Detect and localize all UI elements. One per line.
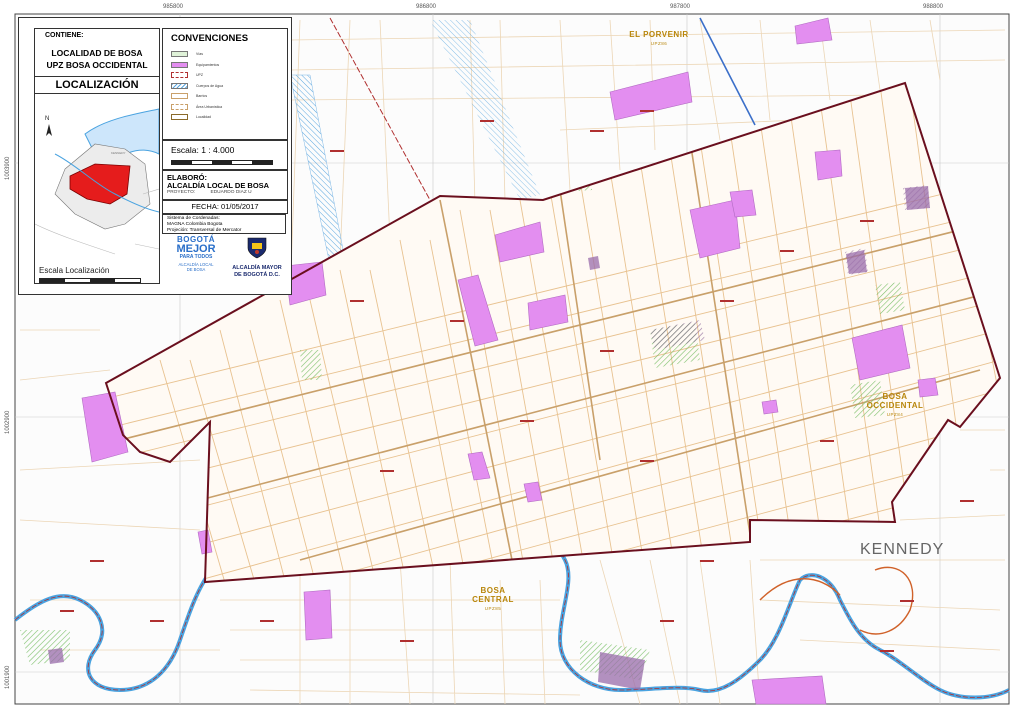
- legend-swatch-area: [171, 103, 188, 110]
- easting-label-2: 986800: [416, 4, 437, 10]
- legend-item-vias: Vías: [171, 49, 281, 60]
- locator-map: N KENNEDY: [35, 108, 159, 255]
- north-arrow-label: N: [45, 116, 49, 122]
- easting-label-4: 988800: [923, 4, 944, 10]
- escala-localizacion-label: Escala Localización: [39, 266, 110, 275]
- legend-item-localidad: Localidad: [171, 112, 281, 123]
- legend-swatch-equipamientos: [171, 61, 188, 68]
- legend-box: CONVENCIONES Vías Equipamientos UPZ Cuer…: [162, 28, 288, 140]
- legend-title: CONVENCIONES: [171, 33, 249, 44]
- legend-item-equipamientos: Equipamientos: [171, 60, 281, 71]
- legend-swatch-upz: [171, 72, 188, 79]
- coat-of-arms-icon: [247, 237, 267, 259]
- legend-swatch-barrios: [171, 93, 188, 100]
- bogota-logo: BOGOTÁ MEJOR PARA TODOS ALCALDÍA LOCAL D…: [176, 235, 216, 272]
- legend-swatch-vias: [171, 51, 188, 58]
- northing-label-3: 1001900: [5, 665, 11, 689]
- legend-swatch-agua: [171, 82, 188, 89]
- easting-label-3: 987800: [670, 4, 691, 10]
- alcaldia-logo: ALCALDÍA MAYOR DE BOGOTÁ D.C.: [227, 236, 287, 288]
- upz-label-bosa-occidental: BOSA OCCIDENTAL UPZ84: [866, 392, 924, 417]
- northing-label-1: 1003900: [5, 156, 11, 180]
- escala-text: Escala: 1 : 4.000: [171, 145, 235, 155]
- localizacion-label: LOCALIZACIÓN: [34, 76, 160, 94]
- inset-label-kennedy: KENNEDY: [111, 151, 126, 155]
- locator-scale-bar: [39, 278, 141, 283]
- proyecto-line: PROYECTO: EDUARDO DIAZ U: [167, 190, 252, 195]
- legend-swatch-localidad: [171, 114, 188, 121]
- northing-label-2: 1002900: [5, 410, 11, 434]
- escala-box: Escala: 1 : 4.000: [162, 140, 288, 170]
- legend-item-upz: UPZ: [171, 70, 281, 81]
- north-arrow-icon: [46, 124, 52, 136]
- legend-item-area-urbanistica: Área Urbanística: [171, 102, 281, 113]
- easting-label-1: 985800: [163, 4, 184, 10]
- legend-item-cuerpos-agua: Cuerpos de Agua: [171, 81, 281, 92]
- panel-title: LOCALIDAD DE BOSA UPZ BOSA OCCIDENTAL: [46, 48, 148, 70]
- contiene-label: CONTIENE:: [45, 32, 84, 39]
- upz-label-bosa-central: BOSA CENTRAL UPZ85: [472, 586, 514, 611]
- fecha-box: FECHA: 01/05/2017: [162, 200, 288, 214]
- legend-item-barrios: Barrios: [171, 91, 281, 102]
- map-page: 985800 986800 987800 988800 1003900 1002…: [0, 0, 1024, 717]
- upz-label-el-porvenir: EL PORVENIR UPZ86: [629, 30, 689, 46]
- scale-bar: [171, 160, 273, 165]
- elaboro-org: ALCALDÍA LOCAL DE BOSA: [167, 181, 270, 190]
- sistema-box: Sistema de Cordenadas: MAGNA Colombia Bo…: [162, 214, 286, 234]
- elaboro-box: ELABORÓ: ALCALDÍA LOCAL DE BOSA PROYECTO…: [162, 170, 288, 200]
- locality-label-kennedy: KENNEDY: [860, 541, 945, 558]
- legend-list: Vías Equipamientos UPZ Cuerpos de Agua B…: [171, 49, 281, 123]
- locator-inset: N KENNEDY Escala Localización: [34, 93, 160, 284]
- info-panel: CONTIENE: LOCALIDAD DE BOSA UPZ BOSA OCC…: [18, 17, 292, 295]
